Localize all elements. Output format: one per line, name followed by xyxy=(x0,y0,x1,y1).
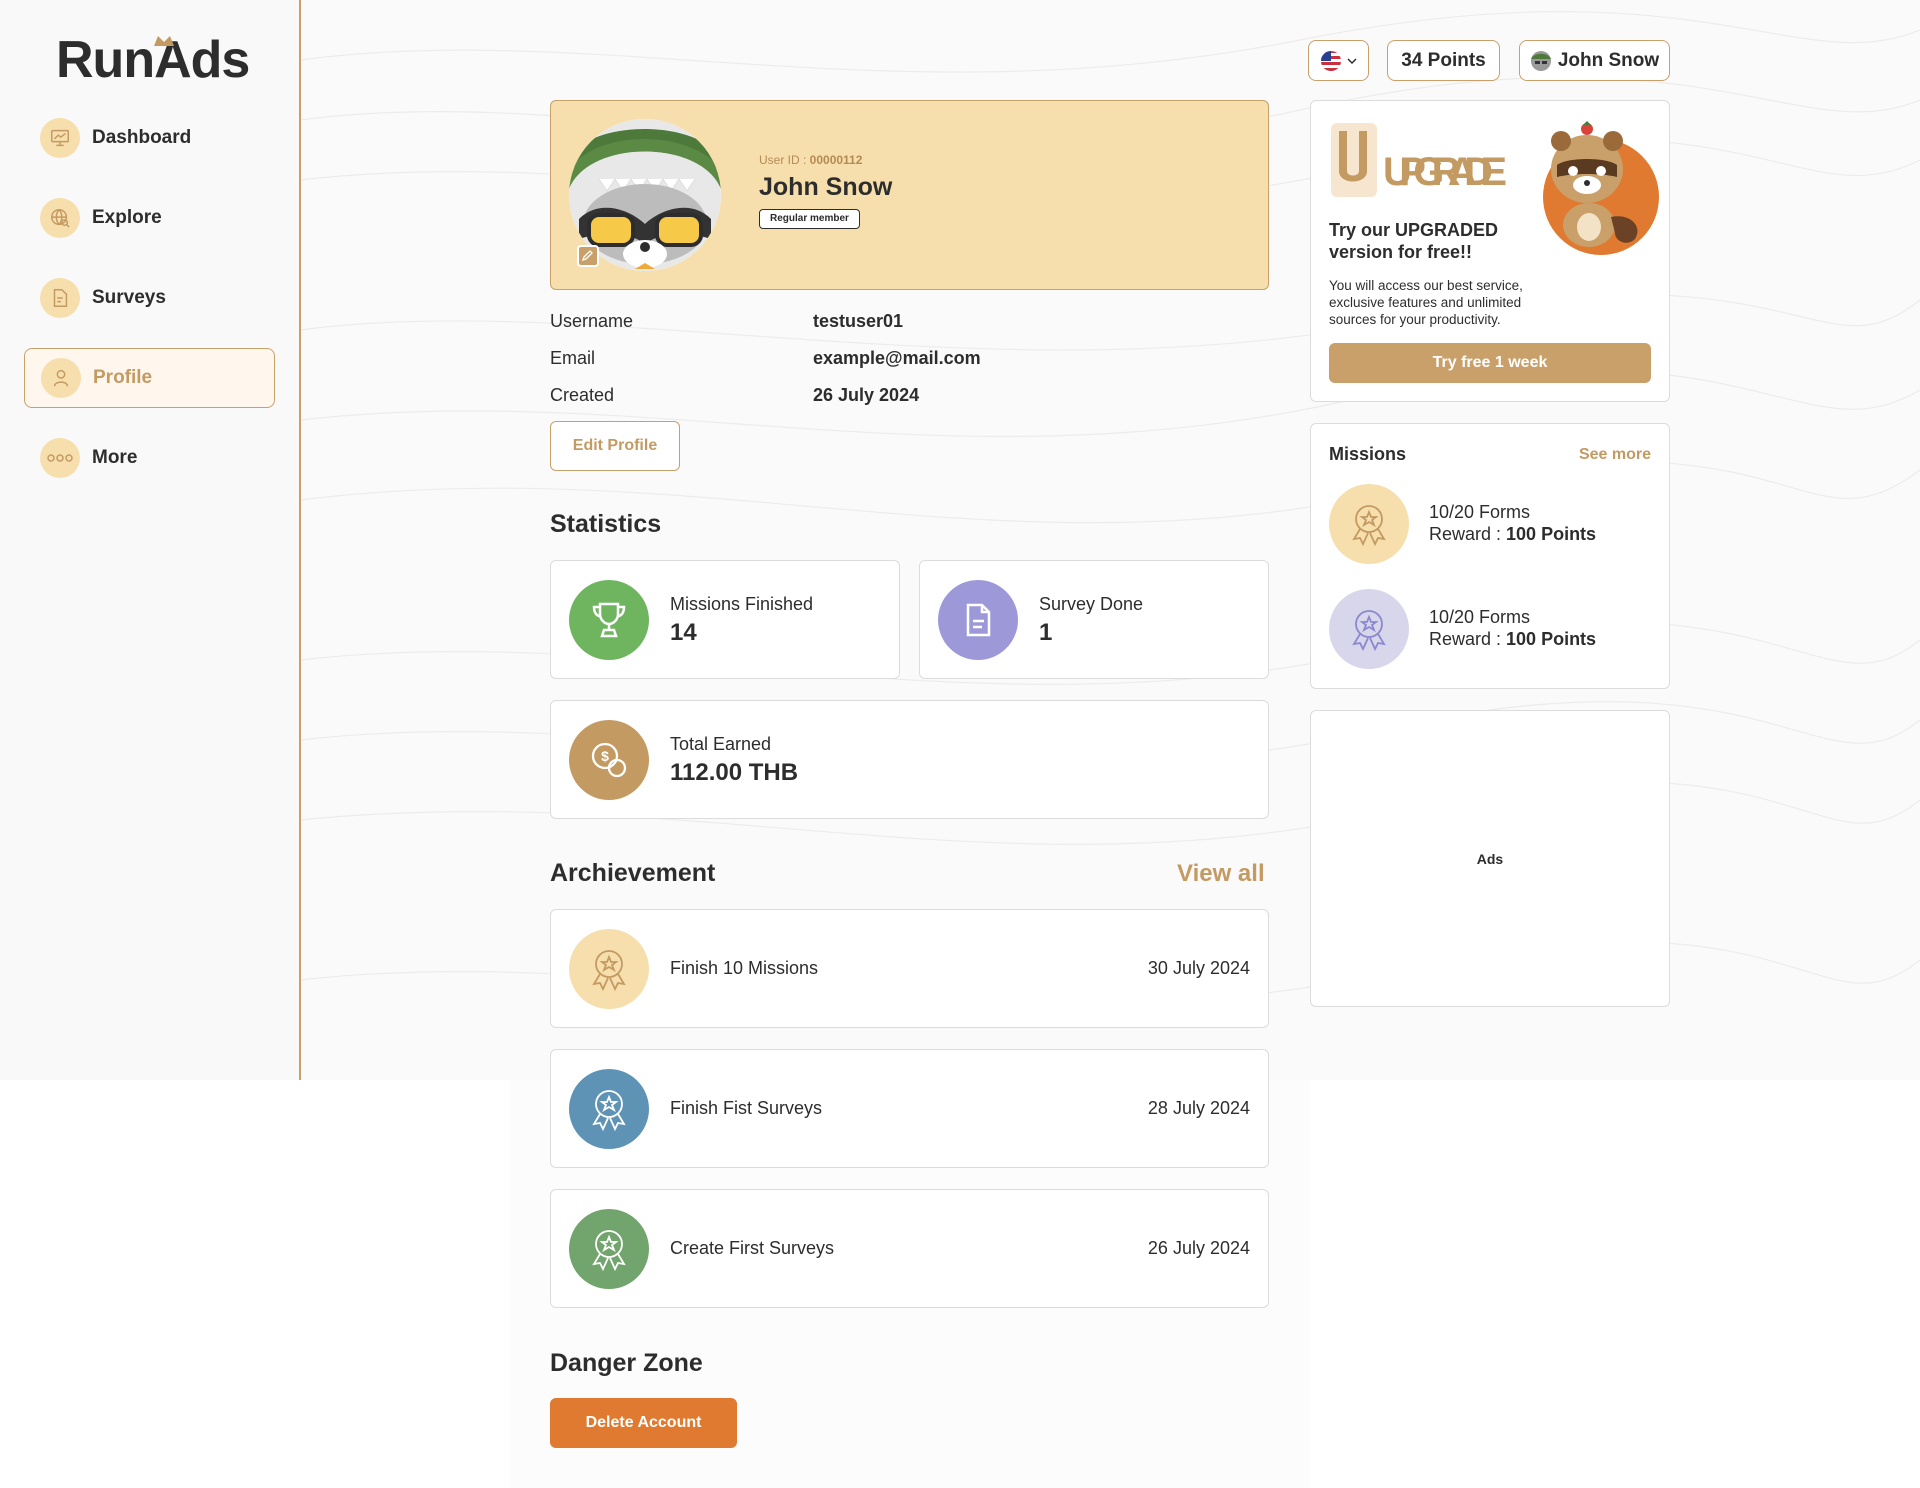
achievement-title-text: Finish Fist Surveys xyxy=(670,1098,823,1118)
edit-profile-button[interactable]: Edit Profile xyxy=(550,421,680,471)
user-id: User ID : 00000112 xyxy=(759,153,863,167)
document-icon xyxy=(938,580,1018,660)
sidebar-item-label: Surveys xyxy=(92,287,166,308)
coins-icon: $ xyxy=(569,720,649,800)
language-selector[interactable] xyxy=(1308,40,1369,81)
mission-reward: Reward : 100 Points xyxy=(1429,629,1597,649)
globe-search-icon xyxy=(40,198,80,238)
profile-card: User ID : 00000112 John Snow Regular mem… xyxy=(550,100,1269,290)
logo-hat-icon xyxy=(154,36,174,46)
stat-card-surveys: Survey Done 1 xyxy=(919,560,1269,679)
award-icon xyxy=(1329,484,1409,564)
user-name: John Snow xyxy=(1557,49,1660,71)
upgrade-description: You will access our best service, exclus… xyxy=(1329,278,1523,327)
more-dots-icon xyxy=(40,438,80,478)
sidebar-item-label: More xyxy=(92,447,138,468)
raccoon-mascot-icon xyxy=(1543,121,1659,255)
user-menu[interactable]: John Snow xyxy=(1519,40,1670,81)
upgrade-panel: UPGRADE Try our UPGRADED version for fre… xyxy=(1310,100,1670,402)
upgrade-headline: Try our UPGRADED version for free!! xyxy=(1329,220,1499,262)
sidebar-item-surveys[interactable]: Surveys xyxy=(24,268,275,328)
sidebar-item-dashboard[interactable]: Dashboard xyxy=(24,108,275,168)
pencil-icon xyxy=(581,250,593,262)
statistics-title: Statistics xyxy=(550,510,662,538)
created-label: Created xyxy=(550,385,615,405)
points-text: 34 Points xyxy=(1401,49,1486,71)
ads-label: Ads xyxy=(1476,851,1504,867)
avatar-icon xyxy=(1530,50,1551,71)
award-icon xyxy=(569,1069,649,1149)
view-all-link[interactable]: View all xyxy=(1177,860,1265,888)
see-more-link[interactable]: See more xyxy=(1579,446,1651,464)
sidebar-item-label: Dashboard xyxy=(92,127,192,148)
award-icon xyxy=(569,929,649,1009)
achievement-date: 28 July 2024 xyxy=(1147,1098,1250,1118)
achievement-title-text: Finish 10 Missions xyxy=(670,958,819,978)
svg-text:$: $ xyxy=(601,748,609,764)
achievement-title: Archievement xyxy=(550,859,716,887)
stat-label: Total Earned xyxy=(670,734,772,754)
email-label: Email xyxy=(550,348,596,368)
stat-label: Missions Finished xyxy=(670,594,814,614)
stat-card-earned: $ Total Earned 112.00 THB xyxy=(550,700,1269,819)
membership-badge: Regular member xyxy=(759,209,860,229)
achievement-item[interactable]: Create First Surveys 26 July 2024 xyxy=(550,1189,1269,1308)
chevron-down-icon xyxy=(1346,57,1357,64)
sidebar-item-profile[interactable]: Profile xyxy=(24,348,275,408)
achievement-date: 26 July 2024 xyxy=(1147,1238,1250,1258)
award-icon xyxy=(1329,589,1409,669)
mission-item[interactable]: 10/20 Forms Reward : 100 Points xyxy=(1311,484,1669,574)
presentation-chart-icon xyxy=(40,118,80,158)
sidebar-item-label: Explore xyxy=(92,207,162,228)
try-free-button[interactable]: Try free 1 week xyxy=(1329,343,1651,383)
profile-name: John Snow xyxy=(759,173,893,201)
mission-progress: 10/20 Forms xyxy=(1429,502,1531,522)
stat-value: 112.00 THB xyxy=(670,759,799,786)
mission-progress: 10/20 Forms xyxy=(1429,607,1531,627)
email-value: example@mail.com xyxy=(813,348,981,368)
sidebar-item-explore[interactable]: Explore xyxy=(24,188,275,248)
user-icon xyxy=(41,358,81,398)
us-flag-icon xyxy=(1320,50,1341,71)
missions-title: Missions xyxy=(1329,444,1407,464)
stat-value: 14 xyxy=(670,619,697,646)
upgrade-word-text: UPGRADE xyxy=(1383,150,1508,194)
username-label: Username xyxy=(550,311,634,331)
trophy-icon xyxy=(569,580,649,660)
sidebar: RunAds Dashboard Explore Surveys Profile… xyxy=(0,0,301,1080)
stat-label: Survey Done xyxy=(1039,594,1144,614)
missions-panel: Missions See more 10/20 Forms Reward : 1… xyxy=(1310,423,1670,689)
sidebar-item-label: Profile xyxy=(93,367,153,388)
document-icon xyxy=(40,278,80,318)
username-value: testuser01 xyxy=(813,311,904,331)
edit-avatar-button[interactable] xyxy=(577,245,599,267)
upgrade-wordmark: UPGRADE xyxy=(1331,123,1508,197)
sidebar-item-more[interactable]: More xyxy=(24,428,275,488)
points-badge[interactable]: 34 Points xyxy=(1387,40,1500,81)
award-icon xyxy=(569,1209,649,1289)
mission-reward: Reward : 100 Points xyxy=(1429,524,1597,544)
danger-zone-title: Danger Zone xyxy=(550,1349,703,1377)
achievement-date: 30 July 2024 xyxy=(1147,958,1250,978)
achievement-item[interactable]: Finish 10 Missions 30 July 2024 xyxy=(550,909,1269,1028)
mission-item[interactable]: 10/20 Forms Reward : 100 Points xyxy=(1311,589,1669,679)
ads-panel[interactable]: Ads xyxy=(1310,710,1670,1007)
created-value: 26 July 2024 xyxy=(813,385,920,405)
achievement-item[interactable]: Finish Fist Surveys 28 July 2024 xyxy=(550,1049,1269,1168)
brand-logo[interactable]: RunAds xyxy=(56,30,250,90)
stat-value: 1 xyxy=(1039,619,1053,646)
achievement-title-text: Create First Surveys xyxy=(670,1238,835,1258)
stat-card-missions: Missions Finished 14 xyxy=(550,560,900,679)
delete-account-button[interactable]: Delete Account xyxy=(550,1398,737,1448)
